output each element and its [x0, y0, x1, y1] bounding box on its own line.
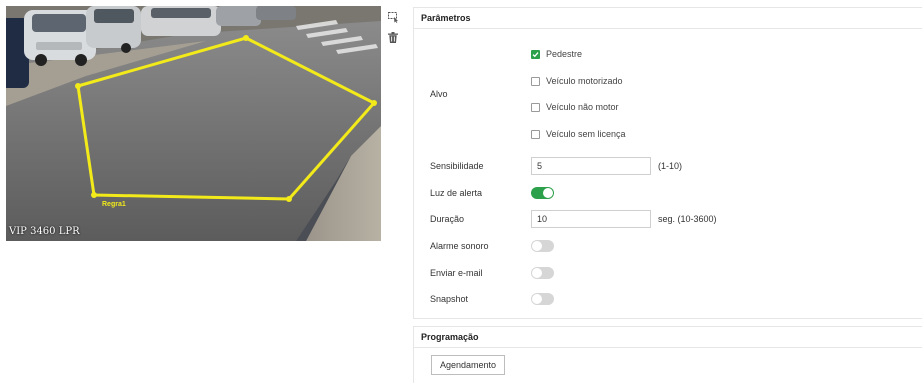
- sensitivity-range-hint: (1-10): [658, 161, 683, 171]
- snapshot-toggle[interactable]: [531, 293, 554, 305]
- toggle-knob: [543, 188, 553, 198]
- toggle-knob: [532, 268, 542, 278]
- sound-alarm-toggle[interactable]: [531, 240, 554, 252]
- send-email-label: Enviar e-mail: [430, 268, 483, 278]
- target-unlicensed-vehicle-checkbox[interactable]: Veículo sem licença: [531, 129, 626, 139]
- polygon-vertex-handle[interactable]: [91, 192, 97, 198]
- send-email-toggle[interactable]: [531, 267, 554, 279]
- duration-label: Duração: [430, 214, 465, 224]
- checkbox-box: [531, 129, 540, 139]
- checkbox-label: Veículo motorizado: [546, 76, 623, 86]
- toggle-knob: [532, 294, 542, 304]
- camera-image: [6, 6, 381, 241]
- sound-alarm-label: Alarme sonoro: [430, 241, 489, 251]
- checkbox-box: [531, 76, 540, 86]
- draw-region-icon[interactable]: [386, 10, 400, 24]
- target-pedestrian-checkbox[interactable]: Pedestre: [531, 49, 582, 59]
- sensitivity-input[interactable]: [531, 157, 651, 175]
- toggle-knob: [532, 241, 542, 251]
- polygon-vertex-handle[interactable]: [243, 35, 249, 41]
- checkbox-label: Veículo não motor: [546, 102, 619, 112]
- checkbox-box: [531, 49, 540, 59]
- camera-osd-text: VIP 3460 LPR: [9, 226, 80, 237]
- trash-icon[interactable]: [386, 30, 400, 44]
- checkbox-box: [531, 102, 540, 112]
- duration-range-hint: seg. (10-3600): [658, 214, 717, 224]
- schedule-panel: Programação Agendamento: [413, 326, 922, 383]
- schedule-button[interactable]: Agendamento: [431, 355, 506, 375]
- target-motor-vehicle-checkbox[interactable]: Veículo motorizado: [531, 76, 623, 86]
- sensitivity-label: Sensibilidade: [430, 161, 484, 171]
- alert-light-label: Luz de alerta: [430, 188, 483, 198]
- target-label: Alvo: [430, 89, 448, 99]
- schedule-title: Programação: [414, 327, 922, 348]
- snapshot-label: Snapshot: [430, 294, 469, 304]
- parameters-panel: Parâmetros Alvo Pedestre Veículo motoriz…: [413, 7, 922, 319]
- parameters-title: Parâmetros: [414, 8, 922, 29]
- video-preview[interactable]: Regra1 VIP 3460 LPR: [6, 6, 381, 241]
- rule-label: Regra1: [102, 201, 126, 208]
- target-non-motor-vehicle-checkbox[interactable]: Veículo não motor: [531, 102, 619, 112]
- checkbox-label: Veículo sem licença: [546, 129, 626, 139]
- polygon-vertex-handle[interactable]: [371, 100, 377, 106]
- polygon-vertex-handle[interactable]: [286, 196, 292, 202]
- duration-input[interactable]: [531, 210, 651, 228]
- alert-light-toggle[interactable]: [531, 187, 554, 199]
- polygon-vertex-handle[interactable]: [75, 83, 81, 89]
- checkbox-label: Pedestre: [546, 49, 583, 59]
